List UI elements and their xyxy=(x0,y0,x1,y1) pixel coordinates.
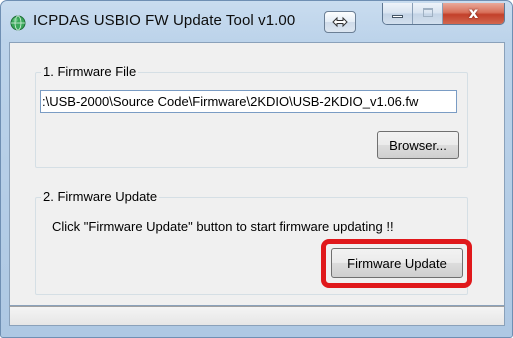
app-window: ICPDAS USBIO FW Update Tool v1.00 x 1. F… xyxy=(0,0,513,338)
close-icon: x xyxy=(468,4,479,22)
firmware-update-group-label: 2. Firmware Update xyxy=(41,189,160,204)
double-arrow-icon xyxy=(332,16,348,28)
window-title: ICPDAS USBIO FW Update Tool v1.00 xyxy=(33,12,296,29)
close-button[interactable]: x xyxy=(443,3,504,24)
green-globe-icon xyxy=(10,15,26,31)
firmware-update-button[interactable]: Firmware Update xyxy=(331,248,463,278)
update-instruction-text: Click "Firmware Update" button to start … xyxy=(52,219,394,234)
browse-button[interactable]: Browser... xyxy=(377,131,459,159)
client-area: 1. Firmware File :\USB-2000\Source Code\… xyxy=(9,42,505,306)
minimize-icon xyxy=(392,15,403,18)
minimize-button[interactable] xyxy=(383,3,413,24)
firmware-file-group-label: 1. Firmware File xyxy=(41,64,139,79)
maximize-icon xyxy=(423,8,433,17)
title-bar[interactable]: ICPDAS USBIO FW Update Tool v1.00 x xyxy=(1,1,512,41)
maximize-button[interactable] xyxy=(413,3,443,24)
status-bar xyxy=(9,306,505,326)
swap-button[interactable] xyxy=(324,11,356,33)
caption-buttons: x xyxy=(382,3,505,25)
firmware-path-field[interactable]: :\USB-2000\Source Code\Firmware\2KDIO\US… xyxy=(40,90,457,113)
